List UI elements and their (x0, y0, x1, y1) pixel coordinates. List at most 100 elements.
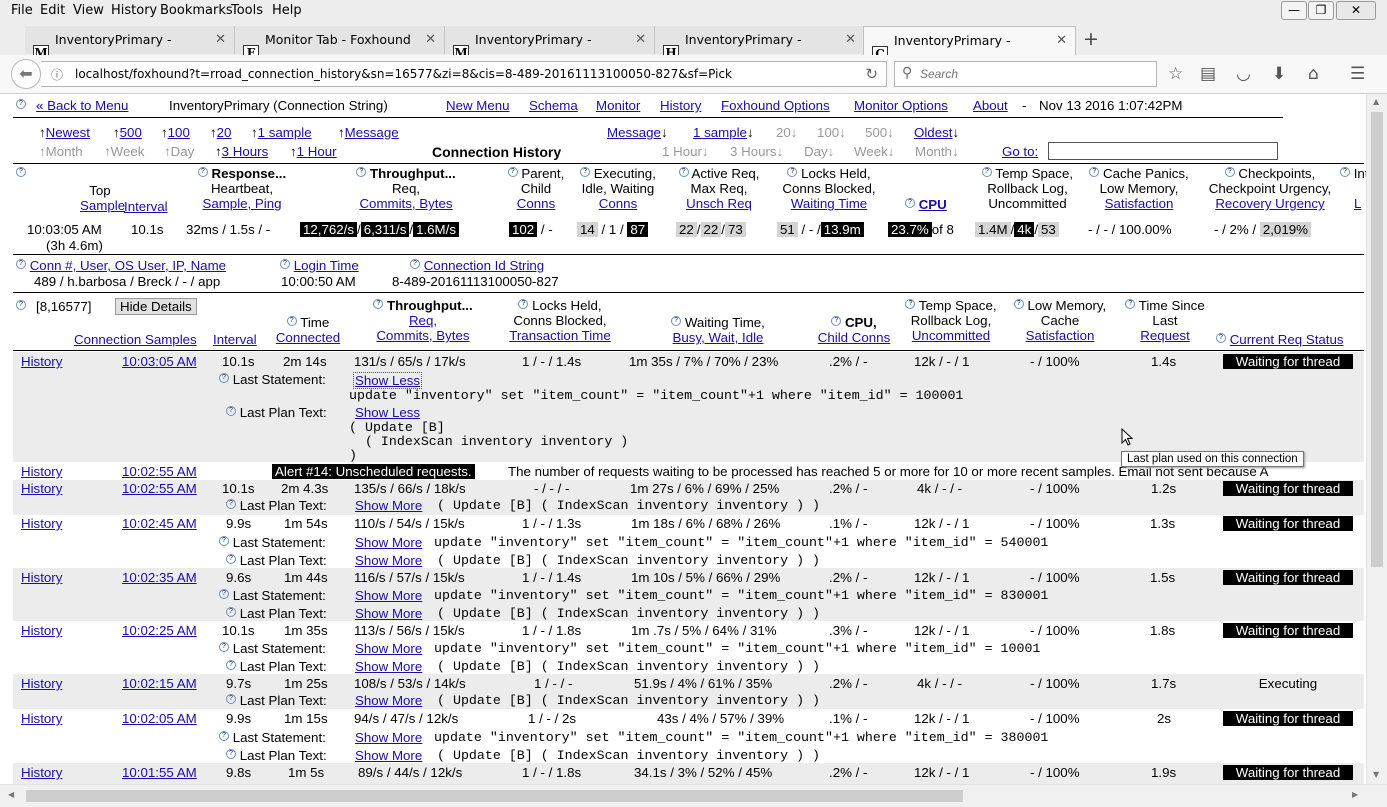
minimize-button[interactable]: — (1281, 1, 1307, 20)
show-less-plan-link[interactable]: Show Less (355, 405, 420, 420)
row-sample-time-link[interactable]: 10:02:25 AM (122, 623, 197, 638)
help-icon[interactable]: ? (518, 299, 529, 309)
help-icon[interactable]: ? (16, 300, 26, 310)
pocket-icon[interactable]: ◡ (1236, 64, 1251, 84)
help-icon[interactable]: ? (226, 694, 236, 704)
row-sample-time-link[interactable]: 10:02:45 AM (122, 516, 197, 531)
detail-interval-header[interactable]: Interval (213, 332, 257, 347)
foxhound-options-link[interactable]: Foxhound Options (721, 98, 830, 113)
horizontal-scrollbar[interactable]: ◀ ▶ (0, 784, 1387, 807)
help-icon[interactable]: ? (1089, 167, 1100, 177)
search-input[interactable] (920, 65, 1150, 83)
search-bar[interactable]: ⚲ (894, 61, 1157, 87)
help-icon[interactable]: ? (226, 660, 236, 670)
row-history-link[interactable]: History (21, 623, 62, 638)
menu-help[interactable]: Help (272, 3, 302, 18)
menu-bookmarks[interactable]: Bookmarks (160, 3, 233, 18)
help-icon[interactable]: ? (905, 299, 916, 309)
help-icon[interactable]: ? (671, 316, 682, 326)
tab-history[interactable]: HInventoryPrimary - History ...✕ (655, 26, 865, 74)
schema-link[interactable]: Schema (529, 98, 578, 113)
bookmark-star-icon[interactable]: ☆ (1168, 64, 1183, 84)
help-icon[interactable]: ? (219, 373, 229, 383)
row-history-link[interactable]: History (21, 570, 62, 585)
menu-edit[interactable]: Edit (40, 3, 65, 18)
show-more-statement-link[interactable]: Show More (355, 730, 422, 745)
help-icon[interactable]: ? (410, 259, 420, 269)
tab-monitor-1[interactable]: MInventoryPrimary - Monito...✕ (25, 26, 235, 74)
help-icon[interactable]: ? (286, 316, 297, 326)
scroll-1-sample-down-link[interactable]: 1 sample↓ (693, 125, 754, 140)
vertical-scroll-thumb[interactable] (1371, 112, 1383, 567)
help-icon[interactable]: ? (226, 607, 236, 617)
back-arrow-icon[interactable]: ⬅ (11, 59, 41, 89)
row-sample-time-link[interactable]: 10:03:05 AM (122, 354, 197, 369)
monitor-link[interactable]: Monitor (596, 98, 640, 113)
scroll-left-arrow-icon[interactable]: ◀ (8, 790, 14, 799)
help-icon[interactable]: ? (981, 167, 992, 177)
show-more-plan-link[interactable]: Show More (355, 606, 422, 621)
show-more-statement-link[interactable]: Show More (355, 535, 422, 550)
hide-details-button[interactable]: Hide Details (115, 298, 197, 315)
help-icon[interactable]: ? (16, 99, 26, 109)
connection-samples-header[interactable]: Connection Samples (74, 332, 197, 347)
horizontal-scroll-thumb[interactable] (26, 790, 963, 802)
tab-close-icon[interactable]: ✕ (215, 26, 226, 53)
scroll-1-sample-up-link[interactable]: ↑1 sample (251, 125, 312, 140)
menu-history[interactable]: History (111, 3, 157, 18)
help-icon[interactable]: ? (507, 167, 518, 177)
help-icon[interactable]: ? (226, 499, 236, 509)
scroll-down-arrow-icon[interactable]: ▼ (1373, 770, 1379, 779)
3-hours-up-link[interactable]: ↑3 Hours (215, 144, 268, 159)
menu-tools[interactable]: Tools (231, 3, 263, 18)
back-to-menu-link[interactable]: « Back to Menu (36, 98, 128, 113)
downloads-arrow-icon[interactable]: ⬇ (1272, 64, 1286, 84)
help-icon[interactable]: ? (280, 259, 290, 269)
vertical-scrollbar[interactable]: ▲ ▼ (1366, 94, 1387, 784)
menu-view[interactable]: View (73, 3, 104, 18)
row-history-link[interactable]: History (21, 516, 62, 531)
row-history-link[interactable]: History (21, 765, 62, 780)
newest-link[interactable]: ↑Newest (39, 125, 90, 140)
row-history-link[interactable]: History (21, 676, 62, 691)
scroll-100-up-link[interactable]: ↑100 (161, 125, 190, 140)
help-icon[interactable]: ? (831, 316, 842, 326)
new-tab-button[interactable]: + (1083, 28, 1099, 50)
help-icon[interactable]: ? (219, 589, 229, 599)
show-more-plan-link[interactable]: Show More (355, 498, 422, 513)
row-sample-time-link[interactable]: 10:02:15 AM (122, 676, 197, 691)
row-history-link[interactable]: History (21, 711, 62, 726)
oldest-link[interactable]: Oldest↓ (914, 125, 959, 140)
row-history-link[interactable]: History (21, 481, 62, 496)
show-less-statement-link[interactable]: Show Less (353, 372, 423, 389)
about-link[interactable]: About (973, 98, 1008, 113)
help-icon[interactable]: ? (226, 406, 236, 416)
info-icon[interactable]: ⓘ (51, 66, 63, 83)
monitor-options-link[interactable]: Monitor Options (854, 98, 948, 113)
help-icon[interactable]: ? (1125, 299, 1136, 309)
menu-file[interactable]: File (11, 3, 33, 18)
show-more-plan-link[interactable]: Show More (355, 748, 422, 763)
show-more-statement-link[interactable]: Show More (355, 588, 422, 603)
help-icon[interactable]: ? (1216, 333, 1226, 343)
message-up-link[interactable]: ↑Message (338, 125, 399, 140)
help-icon[interactable]: ? (16, 167, 26, 177)
interval-header[interactable]: Interval (124, 199, 168, 214)
show-more-plan-link[interactable]: Show More (355, 659, 422, 674)
help-icon[interactable]: ? (16, 259, 26, 269)
home-icon[interactable]: ⌂ (1308, 64, 1319, 84)
close-window-button[interactable]: ✕ (1336, 1, 1376, 20)
scroll-up-arrow-icon[interactable]: ▲ (1373, 97, 1379, 106)
help-icon[interactable]: ? (219, 536, 229, 546)
row-sample-time-link[interactable]: 10:01:55 AM (122, 765, 197, 780)
tab-close-icon[interactable]: ✕ (845, 26, 856, 53)
help-icon[interactable]: ? (1224, 167, 1235, 177)
reload-icon[interactable]: ↻ (865, 65, 878, 83)
show-more-plan-link[interactable]: Show More (355, 693, 422, 708)
help-icon[interactable]: ? (1340, 167, 1350, 177)
row-sample-time-link[interactable]: 10:02:05 AM (122, 711, 197, 726)
help-icon[interactable]: ? (787, 167, 798, 177)
tab-close-icon[interactable]: ✕ (425, 26, 436, 53)
help-icon[interactable]: ? (373, 299, 384, 309)
row-sample-time-link[interactable]: 10:02:55 AM (122, 481, 197, 496)
